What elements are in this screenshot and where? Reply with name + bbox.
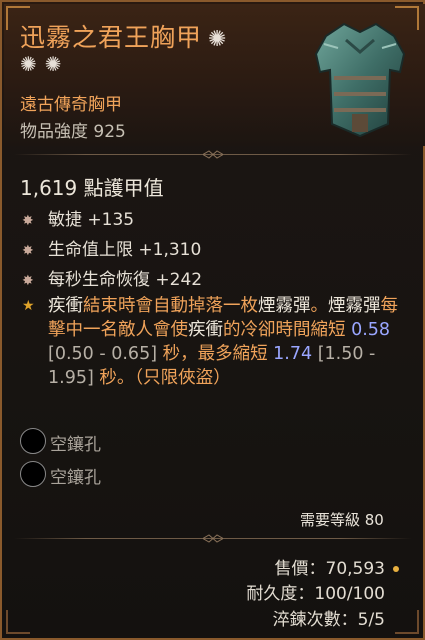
affix-line: ✸ 敏捷 +135 <box>22 205 134 230</box>
item-name: 迅霧之君王胸甲 <box>20 23 203 52</box>
item-title: 迅霧之君王胸甲 ✺ <box>20 18 227 54</box>
sell-price: 售價：70,593 <box>275 554 399 579</box>
durability: 耐久度：100/100 <box>246 584 385 604</box>
affix-text: 敏捷 +135 <box>48 210 135 230</box>
empty-socket[interactable]: 空鑲孔 <box>20 428 101 455</box>
legendary-aspect: ★ 疾衝結束時會自動掉落一枚煙霧彈。煙霧彈每擊中一名敵人會使疾衝的冷卻時間縮短 … <box>22 294 398 390</box>
bullet-icon: ✸ <box>22 243 34 259</box>
frame-corner <box>6 610 30 634</box>
bullet-icon: ✸ <box>22 273 34 289</box>
affix-text: 生命值上限 +1,310 <box>48 240 202 260</box>
socket-icon <box>20 428 46 454</box>
socket-label: 空鑲孔 <box>50 468 101 488</box>
socket-label: 空鑲孔 <box>50 435 101 455</box>
gold-coin-icon <box>393 566 399 572</box>
bullet-icon: ✸ <box>22 213 34 229</box>
star-icon: ✺ <box>20 52 45 76</box>
item-type: 遠古傳奇胸甲 <box>20 95 122 115</box>
separator <box>14 150 412 159</box>
affix-line: ✸ 生命值上限 +1,310 <box>22 235 201 260</box>
star-rating: ✺✺ <box>20 52 70 76</box>
aspect-text: 疾衝結束時會自動掉落一枚煙霧彈。煙霧彈每擊中一名敵人會使疾衝的冷卻時間縮短 0.… <box>48 296 398 388</box>
armor-value: 1,619 點護甲值 <box>20 176 164 200</box>
temper-count: 淬鍊次數：5/5 <box>272 610 385 630</box>
chest-armor-image <box>314 22 406 138</box>
sell-price-text: 售價：70,593 <box>274 559 385 579</box>
item-power: 物品強度 925 <box>20 122 126 142</box>
star-icon: ✺ <box>44 52 70 76</box>
frame-corner <box>395 610 419 634</box>
separator-ornament <box>203 150 223 159</box>
aspect-star-icon: ★ <box>22 298 35 314</box>
socket-icon <box>20 461 46 487</box>
affix-line: ✸ 每秒生命恢復 +242 <box>22 265 202 290</box>
level-requirement: 需要等級 80 <box>300 511 384 529</box>
star-icon: ✺ <box>208 27 228 52</box>
affix-text: 每秒生命恢復 +242 <box>48 270 203 290</box>
empty-socket[interactable]: 空鑲孔 <box>20 461 101 488</box>
item-tooltip: 迅霧之君王胸甲 ✺ ✺✺ 遠古傳奇胸甲 物品強度 925 1,619 點護甲值 ✸… <box>0 0 425 640</box>
separator-ornament <box>203 534 223 543</box>
separator <box>14 534 412 543</box>
